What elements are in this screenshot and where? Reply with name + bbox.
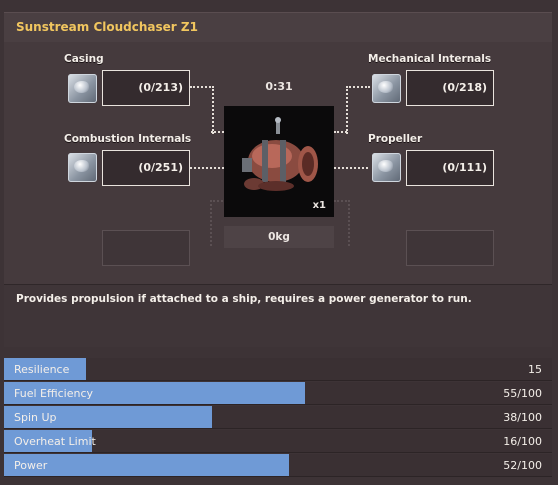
stat-value: 55/100	[503, 387, 542, 400]
output-item-slot[interactable]: x1	[224, 106, 334, 217]
stat-value: 38/100	[503, 411, 542, 424]
stat-row-resilience: Resilience 15	[4, 358, 552, 381]
crafting-panel: Sunstream Cloudchaser Z1 Casing (0/213) …	[0, 0, 558, 485]
connector-casing-end	[211, 131, 224, 133]
stat-value: 16/100	[503, 435, 542, 448]
casing-slot[interactable]: (0/213)	[102, 70, 190, 106]
stat-label: Resilience	[14, 363, 70, 376]
craft-timer: 0:31	[265, 80, 293, 93]
connector-propeller	[334, 167, 368, 169]
stats-list: Resilience 15 Fuel Efficiency 55/100 Spi…	[4, 358, 552, 478]
description-area: Provides propulsion if attached to a shi…	[4, 284, 552, 347]
empty-slot-left	[102, 230, 190, 266]
title-bar: Sunstream Cloudchaser Z1	[4, 12, 552, 44]
stat-label: Spin Up	[14, 411, 57, 424]
mechanical-internals-ore-icon[interactable]	[372, 74, 401, 103]
stat-value: 15	[528, 363, 542, 376]
item-title: Sunstream Cloudchaser Z1	[16, 20, 198, 34]
faint-connector-right	[334, 200, 350, 246]
connector-mechanical	[346, 86, 370, 134]
casing-ore-icon[interactable]	[68, 74, 97, 103]
output-multiplier: x1	[312, 200, 326, 211]
stat-label: Power	[14, 459, 48, 472]
stat-label: Overheat Limit	[14, 435, 96, 448]
stat-row-overheat-limit: Overheat Limit 16/100	[4, 430, 552, 453]
stat-row-spin-up: Spin Up 38/100	[4, 406, 552, 429]
connector-combustion	[190, 167, 224, 169]
propeller-slot[interactable]: (0/111)	[406, 150, 494, 186]
propeller-ore-icon[interactable]	[372, 153, 401, 182]
item-description: Provides propulsion if attached to a shi…	[16, 293, 472, 305]
ingredient-label-casing: Casing	[64, 53, 104, 65]
propeller-count: (0/111)	[442, 161, 487, 174]
combustion-internals-slot[interactable]: (0/251)	[102, 150, 190, 186]
stat-label: Fuel Efficiency	[14, 387, 94, 400]
combustion-internals-ore-icon[interactable]	[68, 153, 97, 182]
stat-value: 52/100	[503, 459, 542, 472]
ingredient-label-combustion-internals: Combustion Internals	[64, 133, 192, 145]
ingredient-label-propeller: Propeller	[368, 133, 423, 145]
connector-mechanical-end	[334, 131, 347, 133]
stat-row-fuel-efficiency: Fuel Efficiency 55/100	[4, 382, 552, 405]
mechanical-internals-slot[interactable]: (0/218)	[406, 70, 494, 106]
weight-bar: 0kg	[224, 226, 334, 248]
output-weight: 0kg	[268, 231, 290, 243]
casing-count: (0/213)	[138, 81, 183, 94]
stat-row-power: Power 52/100	[4, 454, 552, 477]
connector-casing	[190, 86, 214, 134]
empty-slot-right	[406, 230, 494, 266]
combustion-internals-count: (0/251)	[138, 161, 183, 174]
ingredient-label-mechanical-internals: Mechanical Internals	[368, 53, 492, 65]
mechanical-internals-count: (0/218)	[442, 81, 487, 94]
